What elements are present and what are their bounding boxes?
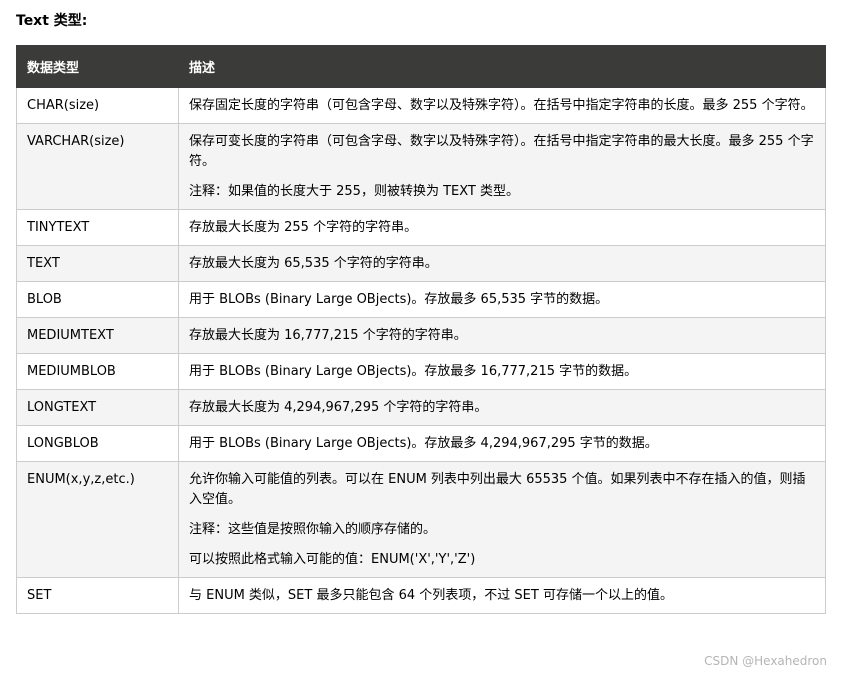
table-row: CHAR(size) 保存固定长度的字符串（可包含字母、数字以及特殊字符）。在括号…	[16, 87, 826, 124]
description-paragraph: 存放最大长度为 255 个字符的字符串。	[189, 220, 418, 235]
data-type-cell: VARCHAR(size)	[16, 123, 179, 210]
description-paragraph: 保存固定长度的字符串（可包含字母、数字以及特殊字符）。在括号中指定字符串的长度。…	[189, 98, 814, 113]
description-paragraph: 用于 BLOBs (Binary Large OBjects)。存放最多 65,…	[189, 292, 609, 307]
table-body: CHAR(size) 保存固定长度的字符串（可包含字母、数字以及特殊字符）。在括号…	[16, 87, 826, 614]
text-types-table: 数据类型 描述 CHAR(size) 保存固定长度的字符串（可包含字母、数字以及特…	[16, 45, 826, 614]
description-cell: 存放最大长度为 4,294,967,295 个字符的字符串。	[178, 389, 826, 426]
description-cell: 用于 BLOBs (Binary Large OBjects)。存放最多 4,2…	[178, 425, 826, 462]
description-paragraph: 用于 BLOBs (Binary Large OBjects)。存放最多 4,2…	[189, 436, 658, 451]
column-header-description: 描述	[178, 45, 826, 88]
description-cell: 存放最大长度为 65,535 个字符的字符串。	[178, 245, 826, 282]
column-header-type: 数据类型	[16, 45, 179, 88]
table-row: ENUM(x,y,z,etc.) 允许你输入可能值的列表。可以在 ENUM 列表中…	[16, 461, 826, 578]
description-cell: 存放最大长度为 16,777,215 个字符的字符串。	[178, 317, 826, 354]
data-type-cell: CHAR(size)	[16, 87, 179, 124]
description-paragraph: 与 ENUM 类似，SET 最多只能包含 64 个列表项，不过 SET 可存储一…	[189, 588, 673, 603]
table-header-row: 数据类型 描述	[16, 45, 826, 88]
description-paragraph: 存放最大长度为 65,535 个字符的字符串。	[189, 256, 438, 271]
data-type-cell: MEDIUMBLOB	[16, 353, 179, 390]
table-row: LONGBLOB 用于 BLOBs (Binary Large OBjects)。…	[16, 425, 826, 462]
description-paragraph: 允许你输入可能值的列表。可以在 ENUM 列表中列出最大 65535 个值。如果…	[189, 472, 806, 507]
data-type-cell: BLOB	[16, 281, 179, 318]
data-type-cell: LONGBLOB	[16, 425, 179, 462]
data-type-cell: MEDIUMTEXT	[16, 317, 179, 354]
description-paragraph: 注释：如果值的长度大于 255，则被转换为 TEXT 类型。	[189, 184, 519, 199]
table-row: BLOB 用于 BLOBs (Binary Large OBjects)。存放最多…	[16, 281, 826, 318]
description-cell: 与 ENUM 类似，SET 最多只能包含 64 个列表项，不过 SET 可存储一…	[178, 577, 826, 614]
description-paragraph: 注释：这些值是按照你输入的顺序存储的。	[189, 522, 437, 537]
table-row: SET 与 ENUM 类似，SET 最多只能包含 64 个列表项，不过 SET 可…	[16, 577, 826, 614]
description-cell: 保存可变长度的字符串（可包含字母、数字以及特殊字符）。在括号中指定字符串的最大长…	[178, 123, 826, 210]
table-row: MEDIUMTEXT 存放最大长度为 16,777,215 个字符的字符串。	[16, 317, 826, 354]
description-paragraph: 存放最大长度为 4,294,967,295 个字符的字符串。	[189, 400, 488, 415]
data-type-cell: SET	[16, 577, 179, 614]
description-cell: 允许你输入可能值的列表。可以在 ENUM 列表中列出最大 65535 个值。如果…	[178, 461, 826, 578]
description-cell: 保存固定长度的字符串（可包含字母、数字以及特殊字符）。在括号中指定字符串的长度。…	[178, 87, 826, 124]
data-type-cell: LONGTEXT	[16, 389, 179, 426]
watermark: CSDN @Hexahedron	[704, 654, 827, 668]
description-cell: 存放最大长度为 255 个字符的字符串。	[178, 209, 826, 246]
description-paragraph: 可以按照此格式输入可能的值：ENUM('X','Y','Z')	[189, 552, 476, 567]
description-paragraph: 保存可变长度的字符串（可包含字母、数字以及特殊字符）。在括号中指定字符串的最大长…	[189, 134, 814, 169]
table-row: LONGTEXT 存放最大长度为 4,294,967,295 个字符的字符串。	[16, 389, 826, 426]
table-row: MEDIUMBLOB 用于 BLOBs (Binary Large OBjects…	[16, 353, 826, 390]
table-row: VARCHAR(size) 保存可变长度的字符串（可包含字母、数字以及特殊字符）。…	[16, 123, 826, 210]
table-row: TEXT 存放最大长度为 65,535 个字符的字符串。	[16, 245, 826, 282]
data-type-cell: ENUM(x,y,z,etc.)	[16, 461, 179, 578]
description-cell: 用于 BLOBs (Binary Large OBjects)。存放最多 65,…	[178, 281, 826, 318]
description-paragraph: 用于 BLOBs (Binary Large OBjects)。存放最多 16,…	[189, 364, 638, 379]
section-heading: Text 类型:	[16, 13, 88, 29]
description-paragraph: 存放最大长度为 16,777,215 个字符的字符串。	[189, 328, 467, 343]
data-type-cell: TEXT	[16, 245, 179, 282]
table-row: TINYTEXT 存放最大长度为 255 个字符的字符串。	[16, 209, 826, 246]
description-cell: 用于 BLOBs (Binary Large OBjects)。存放最多 16,…	[178, 353, 826, 390]
data-type-cell: TINYTEXT	[16, 209, 179, 246]
